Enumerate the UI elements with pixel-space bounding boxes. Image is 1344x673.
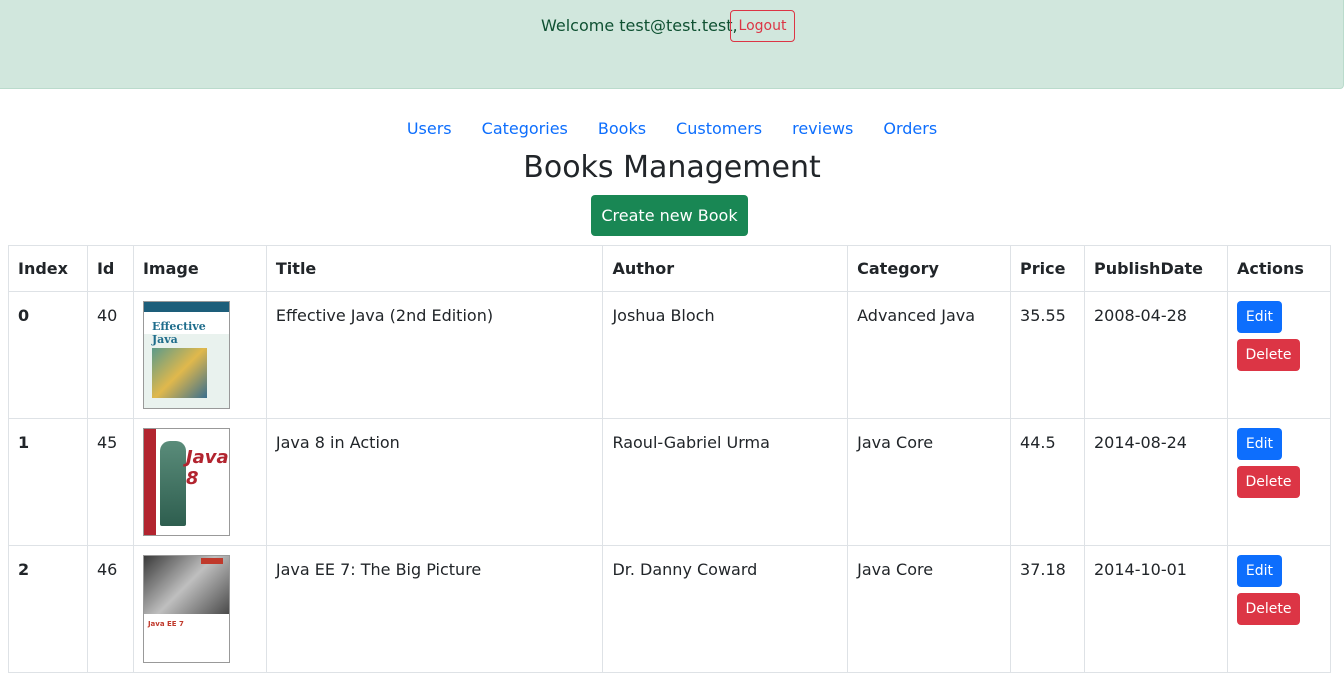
nav-link-users[interactable]: Users	[407, 119, 452, 138]
book-cover-image: Java EE 7	[142, 555, 230, 663]
column-header-index: Index	[8, 245, 88, 292]
column-header-category: Category	[847, 245, 1012, 292]
page-title: Books Management	[523, 150, 821, 185]
cell-category: Java Core	[847, 418, 1012, 546]
cell-title: Java EE 7: The Big Picture	[265, 545, 604, 673]
cell-actions: Edit Delete	[1226, 545, 1332, 673]
cell-id: 45	[86, 418, 134, 546]
cell-index: 1	[8, 418, 88, 546]
book-cover-title: Effective Java	[151, 320, 206, 346]
delete-button[interactable]: Delete	[1236, 593, 1300, 625]
cell-title: Effective Java (2nd Edition)	[265, 291, 604, 419]
cell-image: Effective Java	[132, 291, 267, 419]
nav-link-books[interactable]: Books	[598, 119, 646, 138]
cell-author: Raoul-Gabriel Urma	[602, 418, 849, 546]
cell-category: Java Core	[847, 545, 1012, 673]
delete-button[interactable]: Delete	[1236, 339, 1300, 371]
cell-publish-date: 2014-10-01	[1083, 545, 1228, 673]
cell-author: Dr. Danny Coward	[602, 545, 849, 673]
cell-price: 37.18	[1010, 545, 1085, 673]
cell-publish-date: 2008-04-28	[1083, 291, 1228, 419]
welcome-text: Welcome test@test.test,	[541, 16, 738, 35]
nav-link-customers[interactable]: Customers	[676, 119, 762, 138]
delete-button[interactable]: Delete	[1236, 466, 1300, 498]
main-nav: Users Categories Books Customers reviews Orde…	[0, 119, 1344, 138]
books-table: Index Id Image Title Author Category Pri…	[8, 245, 1332, 673]
cell-category: Advanced Java	[847, 291, 1012, 419]
edit-button[interactable]: Edit	[1236, 555, 1282, 587]
book-cover-title: Java 8	[185, 447, 229, 489]
column-header-id: Id	[86, 245, 134, 292]
cell-actions: Edit Delete	[1226, 291, 1332, 419]
book-cover-image: Effective Java	[142, 301, 230, 409]
cell-title: Java 8 in Action	[265, 418, 604, 546]
cell-index: 2	[8, 545, 88, 673]
column-header-price: Price	[1010, 245, 1085, 292]
nav-link-categories[interactable]: Categories	[482, 119, 568, 138]
book-cover-image: Java 8	[142, 428, 230, 536]
cell-price: 44.5	[1010, 418, 1085, 546]
column-header-author: Author	[602, 245, 849, 292]
cell-publish-date: 2014-08-24	[1083, 418, 1228, 546]
welcome-alert-bar: Welcome test@test.test, Logout	[0, 0, 1344, 89]
edit-button[interactable]: Edit	[1236, 301, 1282, 333]
cell-index: 0	[8, 291, 88, 419]
table-row: 2 46 Java EE 7 Java EE 7: The Big Pictur…	[8, 545, 1332, 673]
column-header-image: Image	[132, 245, 267, 292]
column-header-actions: Actions	[1226, 245, 1332, 292]
column-header-publish-date: PublishDate	[1083, 245, 1228, 292]
cell-image: Java 8	[132, 418, 267, 546]
cell-id: 46	[86, 545, 134, 673]
table-row: 0 40 Effective Java Effective Java (2nd …	[8, 291, 1332, 419]
book-cover-title: Java EE 7	[147, 620, 184, 628]
cell-image: Java EE 7	[132, 545, 267, 673]
create-book-button[interactable]: Create new Book	[591, 195, 748, 236]
cell-author: Joshua Bloch	[602, 291, 849, 419]
table-row: 1 45 Java 8 Java 8 in Action Raoul-Gabri…	[8, 418, 1332, 546]
cell-id: 40	[86, 291, 134, 419]
edit-button[interactable]: Edit	[1236, 428, 1282, 460]
logout-button[interactable]: Logout	[730, 10, 795, 42]
cell-price: 35.55	[1010, 291, 1085, 419]
column-header-title: Title	[265, 245, 604, 292]
nav-link-orders[interactable]: Orders	[883, 119, 937, 138]
table-header-row: Index Id Image Title Author Category Pri…	[8, 245, 1332, 292]
cell-actions: Edit Delete	[1226, 418, 1332, 546]
nav-link-reviews[interactable]: reviews	[792, 119, 853, 138]
